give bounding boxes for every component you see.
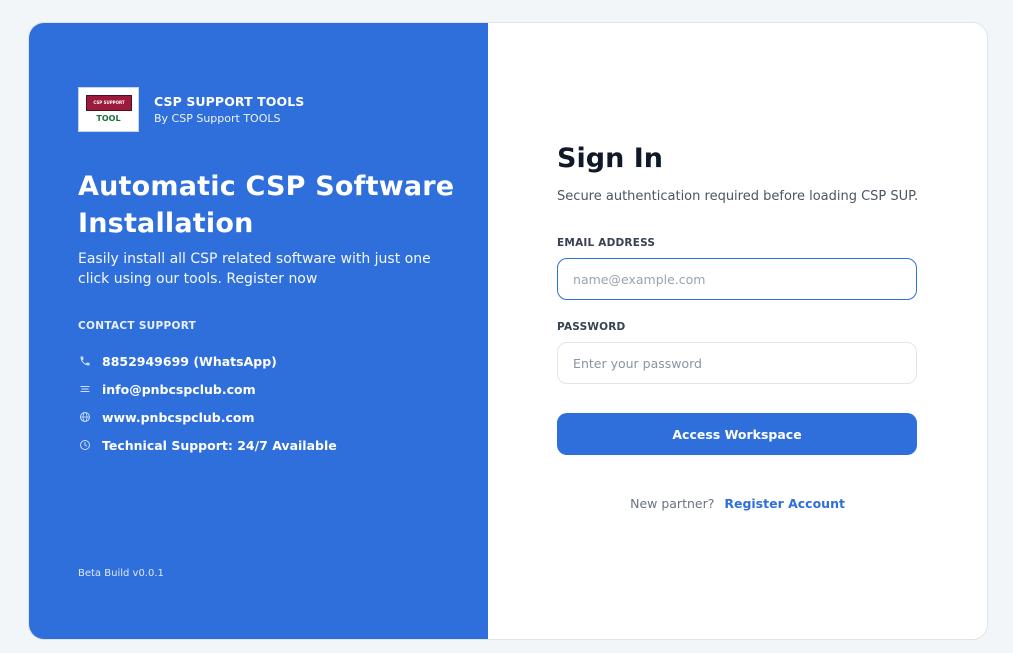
brand: CSP SUPPORT TOOL CSP SUPPORT TOOLS By CS… <box>78 87 304 132</box>
register-prompt: New partner? Register Account <box>488 496 987 511</box>
contact-hours: Technical Support: 24/7 Available <box>78 431 337 459</box>
contact-website: www.pnbcspclub.com <box>78 403 337 431</box>
info-panel: CSP SUPPORT TOOL CSP SUPPORT TOOLS By CS… <box>29 23 489 639</box>
password-label: PASSWORD <box>557 321 626 333</box>
contact-list: 8852949699 (WhatsApp) info@pnbcspclub.co… <box>78 347 337 459</box>
hero-lead: Easily install all CSP related software … <box>78 251 431 287</box>
signin-title: Sign In <box>557 143 663 174</box>
email-input[interactable] <box>557 258 918 300</box>
brand-subtitle: By CSP Support TOOLS <box>154 112 281 125</box>
support-title: CONTACT SUPPORT <box>78 320 197 332</box>
signin-panel: Sign In Secure authentication required b… <box>488 23 987 639</box>
clock-icon <box>78 438 92 452</box>
signin-subtitle: Secure authentication required before lo… <box>557 189 918 204</box>
password-input[interactable] <box>557 342 918 384</box>
register-question: New partner? <box>630 496 715 511</box>
brand-name: CSP SUPPORT TOOLS <box>154 94 305 109</box>
access-workspace-button[interactable]: Access Workspace <box>557 413 918 455</box>
version-label: Beta Build v0.0.1 <box>78 568 164 579</box>
contact-phone: 8852949699 (WhatsApp) <box>78 347 337 375</box>
contact-phone-text: 8852949699 (WhatsApp) <box>102 353 277 369</box>
logo-tool-text: TOOL <box>96 114 121 123</box>
mail-icon <box>78 382 92 396</box>
brand-logo: CSP SUPPORT TOOL <box>78 87 139 132</box>
brand-text: CSP SUPPORT TOOLS By CSP Support TOOLS <box>154 94 304 125</box>
register-account-link[interactable]: Register Account <box>724 496 845 511</box>
globe-icon <box>78 410 92 424</box>
login-card: CSP SUPPORT TOOL CSP SUPPORT TOOLS By CS… <box>28 22 988 640</box>
contact-hours-text: Technical Support: 24/7 Available <box>102 437 337 453</box>
contact-email-text: info@pnbcspclub.com <box>102 381 256 397</box>
hero-headline: Automatic CSP Software Installation <box>78 171 455 239</box>
logo-banner: CSP SUPPORT <box>86 95 132 111</box>
contact-email: info@pnbcspclub.com <box>78 375 337 403</box>
phone-icon <box>78 354 92 368</box>
contact-website-text: www.pnbcspclub.com <box>102 409 255 425</box>
email-label: EMAIL ADDRESS <box>557 237 656 249</box>
